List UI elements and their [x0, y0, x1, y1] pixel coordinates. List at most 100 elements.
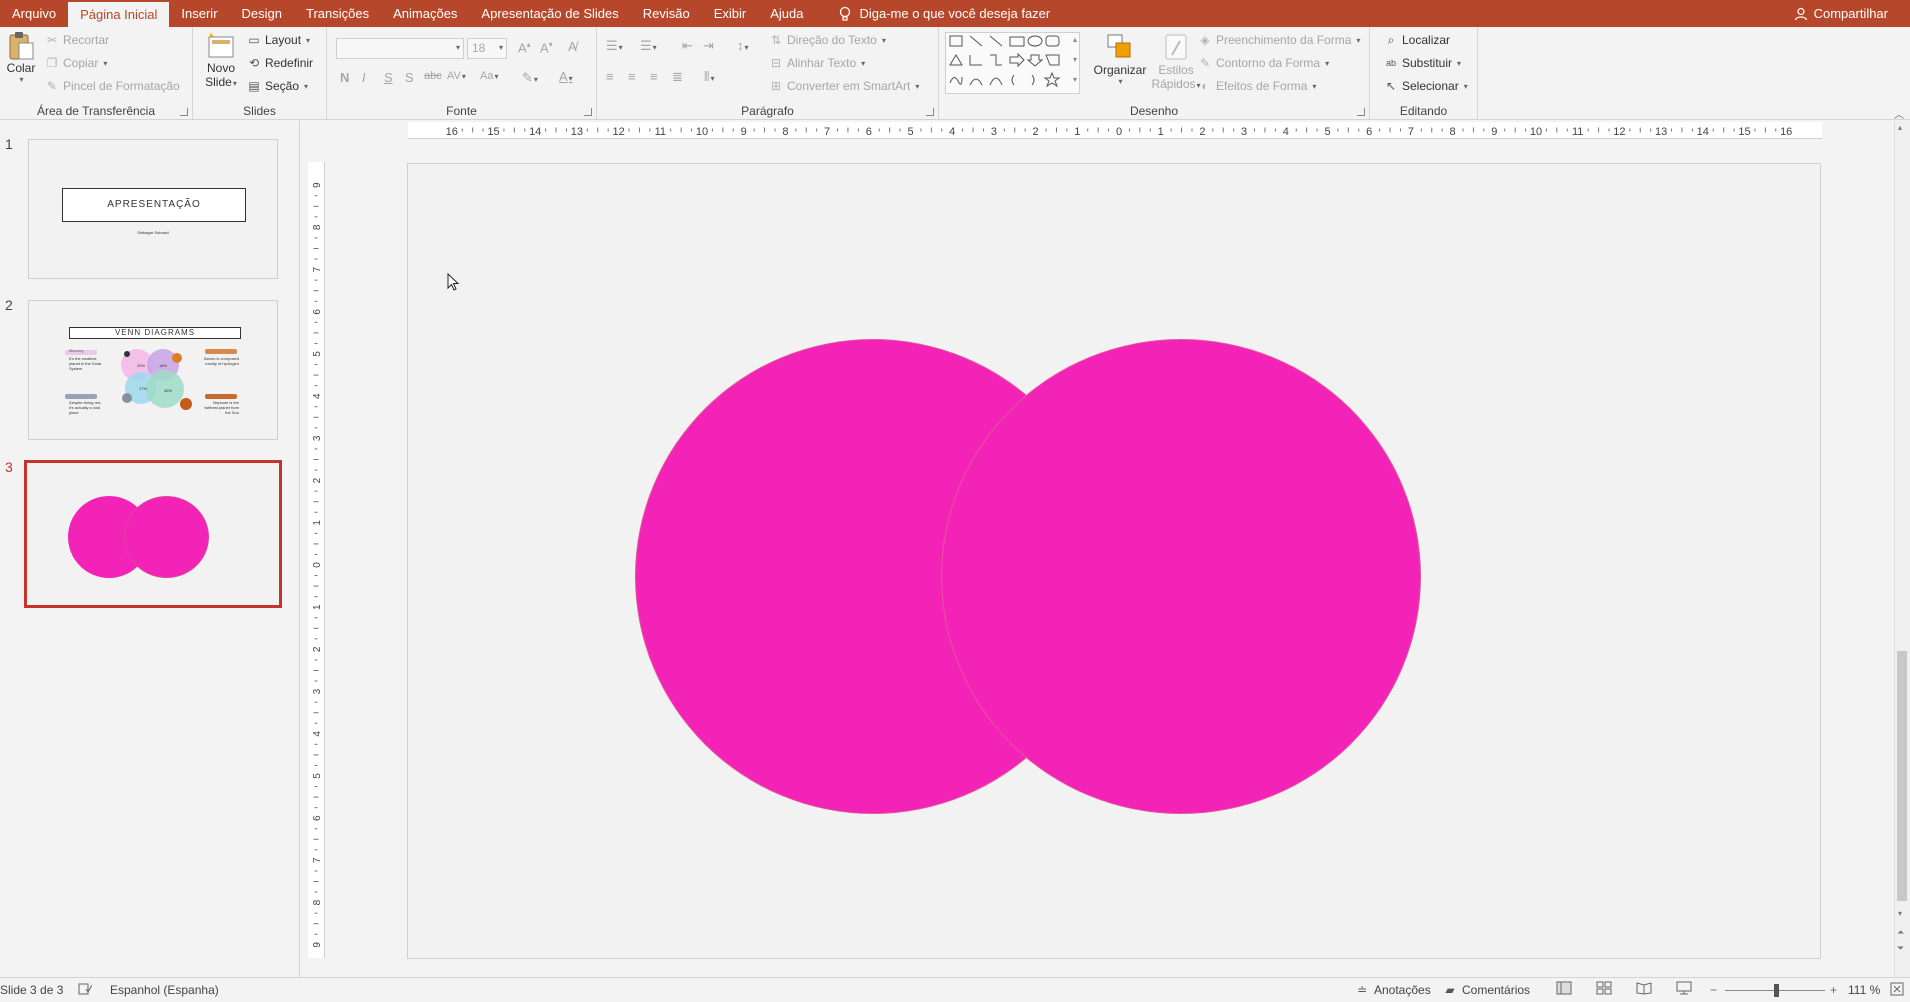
gallery-more-icon[interactable]: ▾ — [1073, 75, 1077, 84]
scroll-down-icon[interactable]: ▾ — [1898, 909, 1902, 918]
font-color-button[interactable]: A▾ — [559, 69, 573, 84]
tab-design[interactable]: Design — [230, 0, 294, 27]
next-slide-icon[interactable]: ⏷ — [1897, 943, 1904, 954]
tab-revisao[interactable]: Revisão — [631, 0, 702, 27]
find-button[interactable]: ⌕ Localizar — [1384, 33, 1450, 47]
group-paragraph: ☰▾ ☰▾ ⇤ ⇥ ↕▾ ⇅ Direção do Texto ▾ ⊟ Alinhar… — [597, 27, 939, 120]
clipboard-launcher-icon[interactable] — [180, 108, 188, 116]
bold-button[interactable]: N — [340, 70, 349, 85]
normal-view-button[interactable] — [1556, 981, 1572, 995]
tab-pagina-inicial[interactable]: Página Inicial — [68, 2, 170, 27]
cut-button[interactable]: ✂ Recortar — [45, 33, 109, 47]
drawing-launcher-icon[interactable] — [1357, 108, 1365, 116]
grow-font-icon[interactable]: A▴ — [518, 40, 531, 55]
tab-arquivo[interactable]: Arquivo — [0, 0, 68, 27]
select-button[interactable]: ↖ Selecionar ▾ — [1384, 79, 1468, 93]
underline-button[interactable]: S — [384, 70, 393, 85]
align-center-icon[interactable]: ≡ — [628, 69, 636, 84]
hruler-label: 15 — [487, 126, 499, 138]
line-spacing-icon[interactable]: ↕▾ — [737, 38, 749, 53]
font-name-combo[interactable]: ▾ — [336, 38, 464, 59]
scrollbar-thumb[interactable] — [1897, 651, 1907, 901]
vertical-ruler[interactable]: 9 8 7 6 5 4 3 2 1 0 1 2 3 4 5 6 7 8 9 — [308, 162, 325, 958]
notes-button[interactable]: ≐ Anotações — [1355, 983, 1431, 997]
increase-indent-icon[interactable]: ⇥ — [703, 38, 714, 54]
text-direction-button[interactable]: ⇅ Direção do Texto ▾ — [769, 33, 886, 47]
slide-canvas[interactable] — [407, 163, 1821, 959]
reading-view-button[interactable] — [1636, 981, 1652, 995]
shrink-font-icon[interactable]: A▾ — [540, 40, 553, 55]
text-direction-icon: ⇅ — [770, 33, 782, 47]
quick-styles-button[interactable]: Estilos Rápidos▾ — [1151, 33, 1201, 91]
layout-button[interactable]: ▭ Layout ▾ — [247, 33, 310, 47]
vertical-scrollbar[interactable]: ▴ ▾ ⏶ ⏷ — [1894, 121, 1910, 977]
quick-styles-label-2: Rápidos — [1151, 77, 1196, 91]
thumbnail-slide-3[interactable] — [24, 460, 282, 608]
group-slides: Novo Slide▾ ▭ Layout ▾ ⟲ Redefinir ▤ Seção ▾ … — [193, 27, 327, 120]
normal-view-icon — [1556, 981, 1572, 995]
zoom-out-icon[interactable]: − — [1710, 983, 1717, 997]
columns-icon[interactable]: ⫴▾ — [704, 69, 714, 85]
justify-icon[interactable]: ≣ — [672, 69, 683, 85]
tab-exibir[interactable]: Exibir — [702, 0, 759, 27]
align-right-icon[interactable]: ≡ — [650, 69, 658, 84]
spellcheck-icon[interactable] — [78, 983, 92, 995]
effects-icon: ◐ — [1201, 79, 1209, 93]
arrange-button[interactable]: Organizar ▾ — [1092, 33, 1148, 86]
zoom-slider-thumb[interactable] — [1774, 984, 1779, 997]
clear-format-icon[interactable]: A̸ — [568, 39, 577, 54]
venn-circle-right[interactable] — [941, 339, 1421, 814]
shapes-gallery[interactable]: ▴ ▾ ▾ — [945, 32, 1080, 94]
char-spacing-button[interactable]: AV▾ — [447, 70, 466, 82]
slide-sorter-button[interactable] — [1596, 981, 1612, 995]
hruler-label: 5 — [907, 126, 913, 138]
shape-outline-button[interactable]: ✎ Contorno da Forma ▾ — [1198, 56, 1329, 70]
font-launcher-icon[interactable] — [584, 108, 592, 116]
align-text-button[interactable]: ⊟ Alinhar Texto ▾ — [769, 56, 865, 70]
section-button[interactable]: ▤ Seção ▾ — [247, 79, 308, 93]
change-case-button[interactable]: Aa▾ — [480, 70, 498, 82]
slideshow-button[interactable] — [1676, 981, 1692, 995]
tab-animacoes[interactable]: Animações — [381, 0, 469, 27]
thumbnail-slide-2[interactable]: VENN DIAGRAMS Mercury It's the smallest … — [28, 300, 278, 440]
tell-me-box[interactable]: Diga-me o que você deseja fazer — [815, 0, 1050, 27]
comments-button[interactable]: ▰ Comentários — [1443, 983, 1530, 997]
tab-apresentacao[interactable]: Apresentação de Slides — [469, 0, 630, 27]
reset-button[interactable]: ⟲ Redefinir — [247, 56, 313, 70]
prev-slide-icon[interactable]: ⏶ — [1897, 927, 1904, 938]
paragraph-launcher-icon[interactable] — [926, 108, 934, 116]
share-button[interactable]: Compartilhar — [1794, 0, 1910, 27]
tab-inserir[interactable]: Inserir — [169, 0, 229, 27]
collapse-ribbon-icon[interactable]: ︿ — [1894, 106, 1904, 121]
new-slide-button[interactable]: Novo Slide▾ — [203, 31, 239, 89]
thumb2-text-4: Neptune is the farthest planet from the … — [204, 400, 239, 415]
gallery-down-icon[interactable]: ▾ — [1073, 55, 1077, 64]
tab-ajuda[interactable]: Ajuda — [758, 0, 815, 27]
replace-button[interactable]: ab Substituir ▾ — [1384, 56, 1461, 70]
fit-to-window-button[interactable] — [1890, 982, 1904, 996]
new-slide-label-2: Slide — [205, 75, 232, 89]
decrease-indent-icon[interactable]: ⇤ — [682, 38, 693, 54]
align-left-icon[interactable]: ≡ — [606, 69, 614, 84]
shape-effects-button[interactable]: ◐ Efeitos de Forma ▾ — [1198, 79, 1316, 93]
strikethrough-button[interactable]: abc — [424, 70, 442, 82]
shadow-button[interactable]: S — [405, 70, 414, 85]
copy-button[interactable]: ❐ Copiar ▾ — [45, 56, 108, 70]
tab-transicoes[interactable]: Transições — [294, 0, 381, 27]
zoom-in-icon[interactable]: + — [1830, 983, 1837, 997]
scroll-up-icon[interactable]: ▴ — [1898, 123, 1902, 132]
numbering-icon[interactable]: ☰▾ — [640, 38, 657, 54]
smartart-button[interactable]: ⊞ Converter em SmartArt ▾ — [769, 79, 919, 93]
format-painter-button[interactable]: ✎ Pincel de Formatação — [45, 79, 180, 93]
bullets-icon[interactable]: ☰▾ — [606, 38, 623, 54]
font-size-combo[interactable]: 18 ▾ — [467, 38, 507, 59]
language-indicator[interactable]: Espanhol (Espanha) — [110, 983, 219, 997]
gallery-up-icon[interactable]: ▴ — [1073, 35, 1077, 44]
paste-button[interactable]: Colar ▾ — [5, 31, 37, 84]
horizontal-ruler[interactable]: 16 15 14 13 12 11 10 9 8 7 6 5 4 3 2 1 0… — [408, 122, 1822, 139]
italic-button[interactable]: I — [362, 70, 366, 85]
thumbnail-slide-1[interactable]: APRESENTAÇÃO Sinbagar Sobrasil — [28, 139, 278, 279]
shape-fill-button[interactable]: ◈ Preenchimento da Forma ▾ — [1198, 33, 1360, 47]
zoom-level[interactable]: 111 % — [1848, 983, 1880, 997]
highlight-icon[interactable]: ✎▾ — [522, 70, 538, 86]
